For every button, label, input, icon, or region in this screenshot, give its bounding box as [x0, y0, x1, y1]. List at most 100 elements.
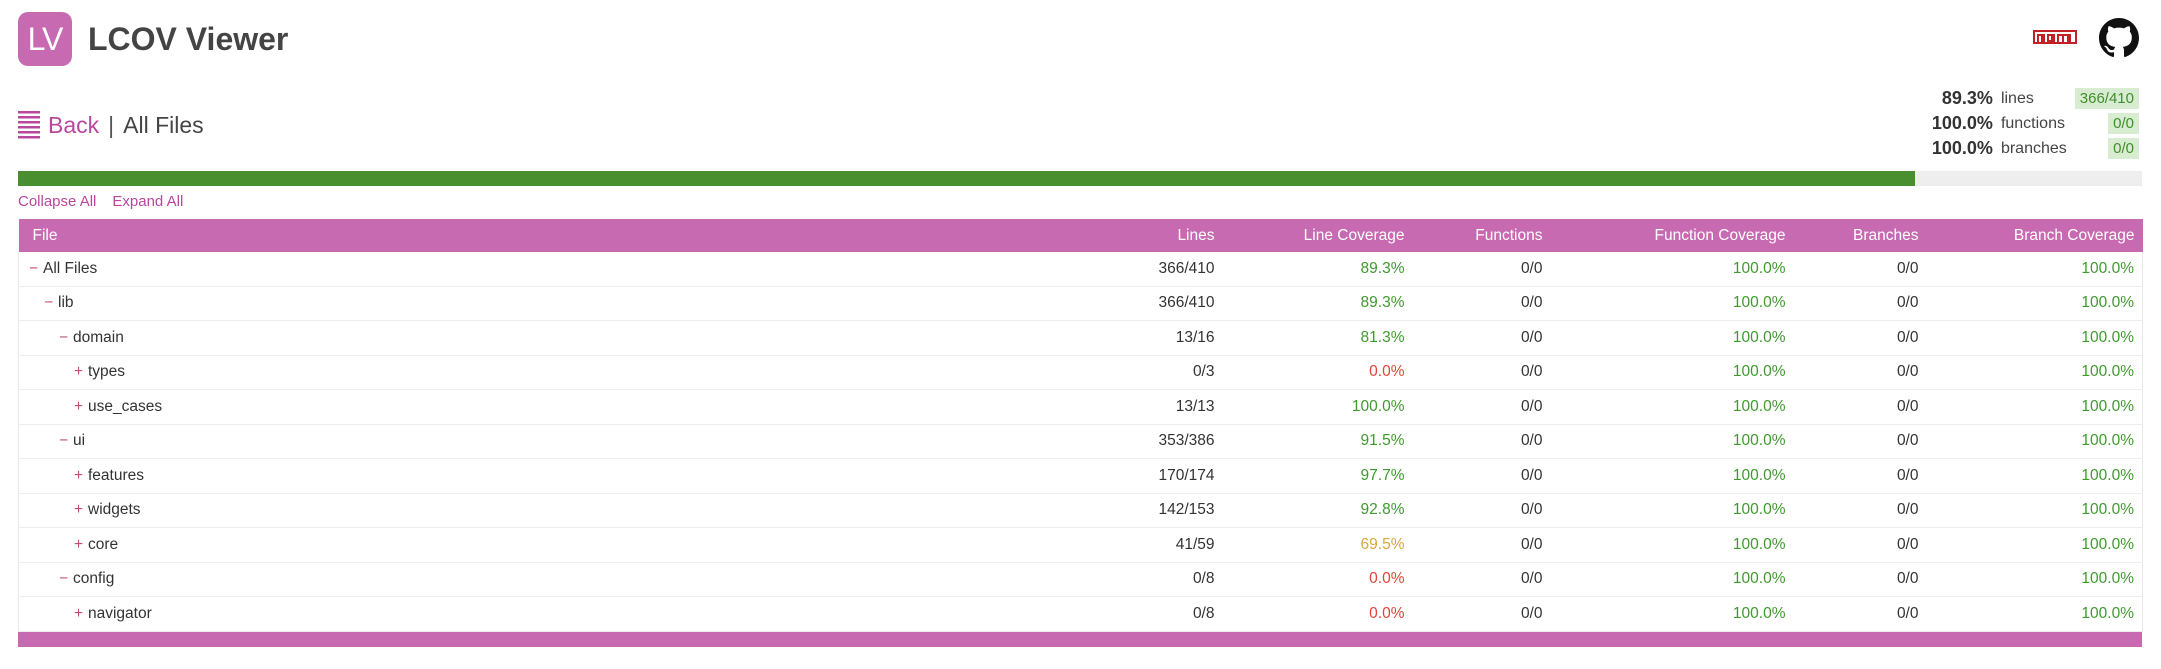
breadcrumb-separator: |	[108, 111, 115, 138]
npm-icon[interactable]	[2033, 29, 2077, 47]
github-icon[interactable]	[2099, 18, 2139, 58]
expand-toggle-icon[interactable]: +	[74, 605, 88, 623]
table-row[interactable]: + types 0/3 0.0% 0/0 100.0% 0/0 100.0%	[18, 355, 2143, 390]
expand-toggle-icon[interactable]: +	[74, 398, 88, 416]
header-functions[interactable]: Functions	[1413, 219, 1551, 252]
coverage-table-wrapper: File Lines Line Coverage Functions Funct…	[18, 219, 2143, 647]
branch-coverage-cell: 100.0%	[1926, 252, 2143, 287]
function-coverage-cell: 100.0%	[1550, 562, 1794, 597]
branches-cell: 0/0	[1793, 286, 1927, 321]
function-coverage-cell: 100.0%	[1550, 493, 1794, 528]
collapse-toggle-icon[interactable]: −	[59, 329, 73, 347]
file-name[interactable]: core	[88, 536, 118, 553]
function-coverage-cell: 100.0%	[1550, 355, 1794, 390]
line-coverage-cell: 69.5%	[1222, 527, 1413, 563]
table-row[interactable]: + features 170/174 97.7% 0/0 100.0% 0/0 100.0%	[18, 458, 2143, 494]
lines-cell: 0/8	[1058, 562, 1223, 597]
table-row[interactable]: + navigator 0/8 0.0% 0/0 100.0% 0/0 100.0%	[18, 596, 2143, 632]
table-header-row: File Lines Line Coverage Functions Funct…	[18, 219, 2143, 252]
collapse-toggle-icon[interactable]: −	[59, 570, 73, 588]
lines-cell: 13/16	[1058, 320, 1223, 356]
table-row[interactable]: − All Files 366/410 89.3% 0/0 100.0% 0/0 100.0%	[18, 252, 2143, 287]
function-coverage-cell: 100.0%	[1550, 389, 1794, 425]
table-footer-bar	[18, 631, 2142, 647]
top-icons	[2033, 18, 2139, 58]
branches-cell: 0/0	[1793, 424, 1927, 459]
file-name[interactable]: All Files	[43, 260, 97, 277]
file-name[interactable]: ui	[73, 432, 85, 449]
back-link[interactable]: Back	[48, 112, 99, 139]
file-name[interactable]: widgets	[88, 501, 141, 518]
functions-cell: 0/0	[1412, 424, 1551, 459]
line-coverage-cell: 97.7%	[1222, 458, 1413, 494]
expand-toggle-icon[interactable]: +	[74, 536, 88, 554]
line-coverage-cell: 0.0%	[1222, 596, 1413, 632]
branch-coverage-cell: 100.0%	[1926, 493, 2143, 528]
file-name[interactable]: types	[88, 363, 125, 380]
app-logo[interactable]: LV	[18, 12, 72, 66]
app-title: LCOV Viewer	[88, 20, 289, 57]
table-row[interactable]: − config 0/8 0.0% 0/0 100.0% 0/0 100.0%	[18, 562, 2143, 597]
collapse-toggle-icon[interactable]: −	[29, 260, 43, 278]
header-line-coverage[interactable]: Line Coverage	[1223, 219, 1413, 252]
summary-lines-count: 366/410	[2074, 88, 2139, 109]
branch-coverage-cell: 100.0%	[1926, 389, 2143, 425]
table-row[interactable]: + use_cases 13/13 100.0% 0/0 100.0% 0/0 100.0%	[18, 389, 2143, 425]
branches-cell: 0/0	[1793, 493, 1927, 528]
branches-cell: 0/0	[1793, 252, 1927, 287]
collapse-all-link[interactable]: Collapse All	[18, 193, 96, 210]
table-body: − All Files 366/410 89.3% 0/0 100.0% 0/0 100.0%…	[18, 252, 2143, 632]
line-coverage-cell: 91.5%	[1222, 424, 1413, 459]
functions-cell: 0/0	[1412, 320, 1551, 356]
summary-lines-pct: 89.3%	[1941, 88, 1993, 108]
functions-cell: 0/0	[1412, 389, 1551, 425]
header-branch-coverage[interactable]: Branch Coverage	[1927, 219, 2143, 252]
header-function-coverage[interactable]: Function Coverage	[1551, 219, 1794, 252]
line-coverage-cell: 81.3%	[1222, 320, 1413, 356]
table-row[interactable]: − ui 353/386 91.5% 0/0 100.0% 0/0 100.0%	[18, 424, 2143, 459]
file-cell: + core	[18, 527, 1059, 563]
functions-cell: 0/0	[1412, 458, 1551, 494]
app-header: LV LCOV Viewer	[18, 12, 288, 66]
branches-cell: 0/0	[1793, 527, 1927, 563]
table-row[interactable]: − lib 366/410 89.3% 0/0 100.0% 0/0 100.0%	[18, 286, 2143, 321]
expand-toggle-icon[interactable]: +	[74, 467, 88, 485]
file-name[interactable]: features	[88, 467, 144, 484]
functions-cell: 0/0	[1412, 562, 1551, 597]
summary-lines-label: lines	[2000, 89, 2034, 107]
file-name[interactable]: use_cases	[88, 398, 162, 415]
lines-cell: 366/410	[1058, 286, 1223, 321]
function-coverage-cell: 100.0%	[1550, 286, 1794, 321]
file-name[interactable]: domain	[73, 329, 124, 346]
lines-cell: 0/8	[1058, 596, 1223, 632]
lines-cell: 353/386	[1058, 424, 1223, 459]
file-name[interactable]: navigator	[88, 605, 152, 622]
menu-icon[interactable]	[18, 110, 40, 140]
expand-toggle-icon[interactable]: +	[74, 363, 88, 381]
table-row[interactable]: + core 41/59 69.5% 0/0 100.0% 0/0 100.0%	[18, 527, 2143, 563]
function-coverage-cell: 100.0%	[1550, 458, 1794, 494]
expand-all-link[interactable]: Expand All	[112, 193, 183, 210]
file-cell: − lib	[18, 286, 1059, 321]
branch-coverage-cell: 100.0%	[1926, 355, 2143, 390]
branch-coverage-cell: 100.0%	[1926, 286, 2143, 321]
file-name[interactable]: lib	[58, 294, 74, 311]
file-name[interactable]: config	[73, 570, 114, 587]
branch-coverage-cell: 100.0%	[1926, 562, 2143, 597]
header-file[interactable]: File	[19, 219, 1059, 252]
header-branches[interactable]: Branches	[1794, 219, 1927, 252]
collapse-toggle-icon[interactable]: −	[59, 432, 73, 450]
branch-coverage-cell: 100.0%	[1926, 458, 2143, 494]
function-coverage-cell: 100.0%	[1550, 424, 1794, 459]
summary-functions-pct: 100.0%	[1931, 113, 1993, 133]
lines-cell: 170/174	[1058, 458, 1223, 494]
file-cell: − ui	[18, 424, 1059, 459]
collapse-toggle-icon[interactable]: −	[44, 294, 58, 312]
header-lines[interactable]: Lines	[1059, 219, 1223, 252]
expand-toggle-icon[interactable]: +	[74, 501, 88, 519]
line-coverage-cell: 0.0%	[1222, 355, 1413, 390]
functions-cell: 0/0	[1412, 286, 1551, 321]
table-row[interactable]: − domain 13/16 81.3% 0/0 100.0% 0/0 100.0%	[18, 320, 2143, 356]
table-row[interactable]: + widgets 142/153 92.8% 0/0 100.0% 0/0 100.0%	[18, 493, 2143, 528]
function-coverage-cell: 100.0%	[1550, 596, 1794, 632]
